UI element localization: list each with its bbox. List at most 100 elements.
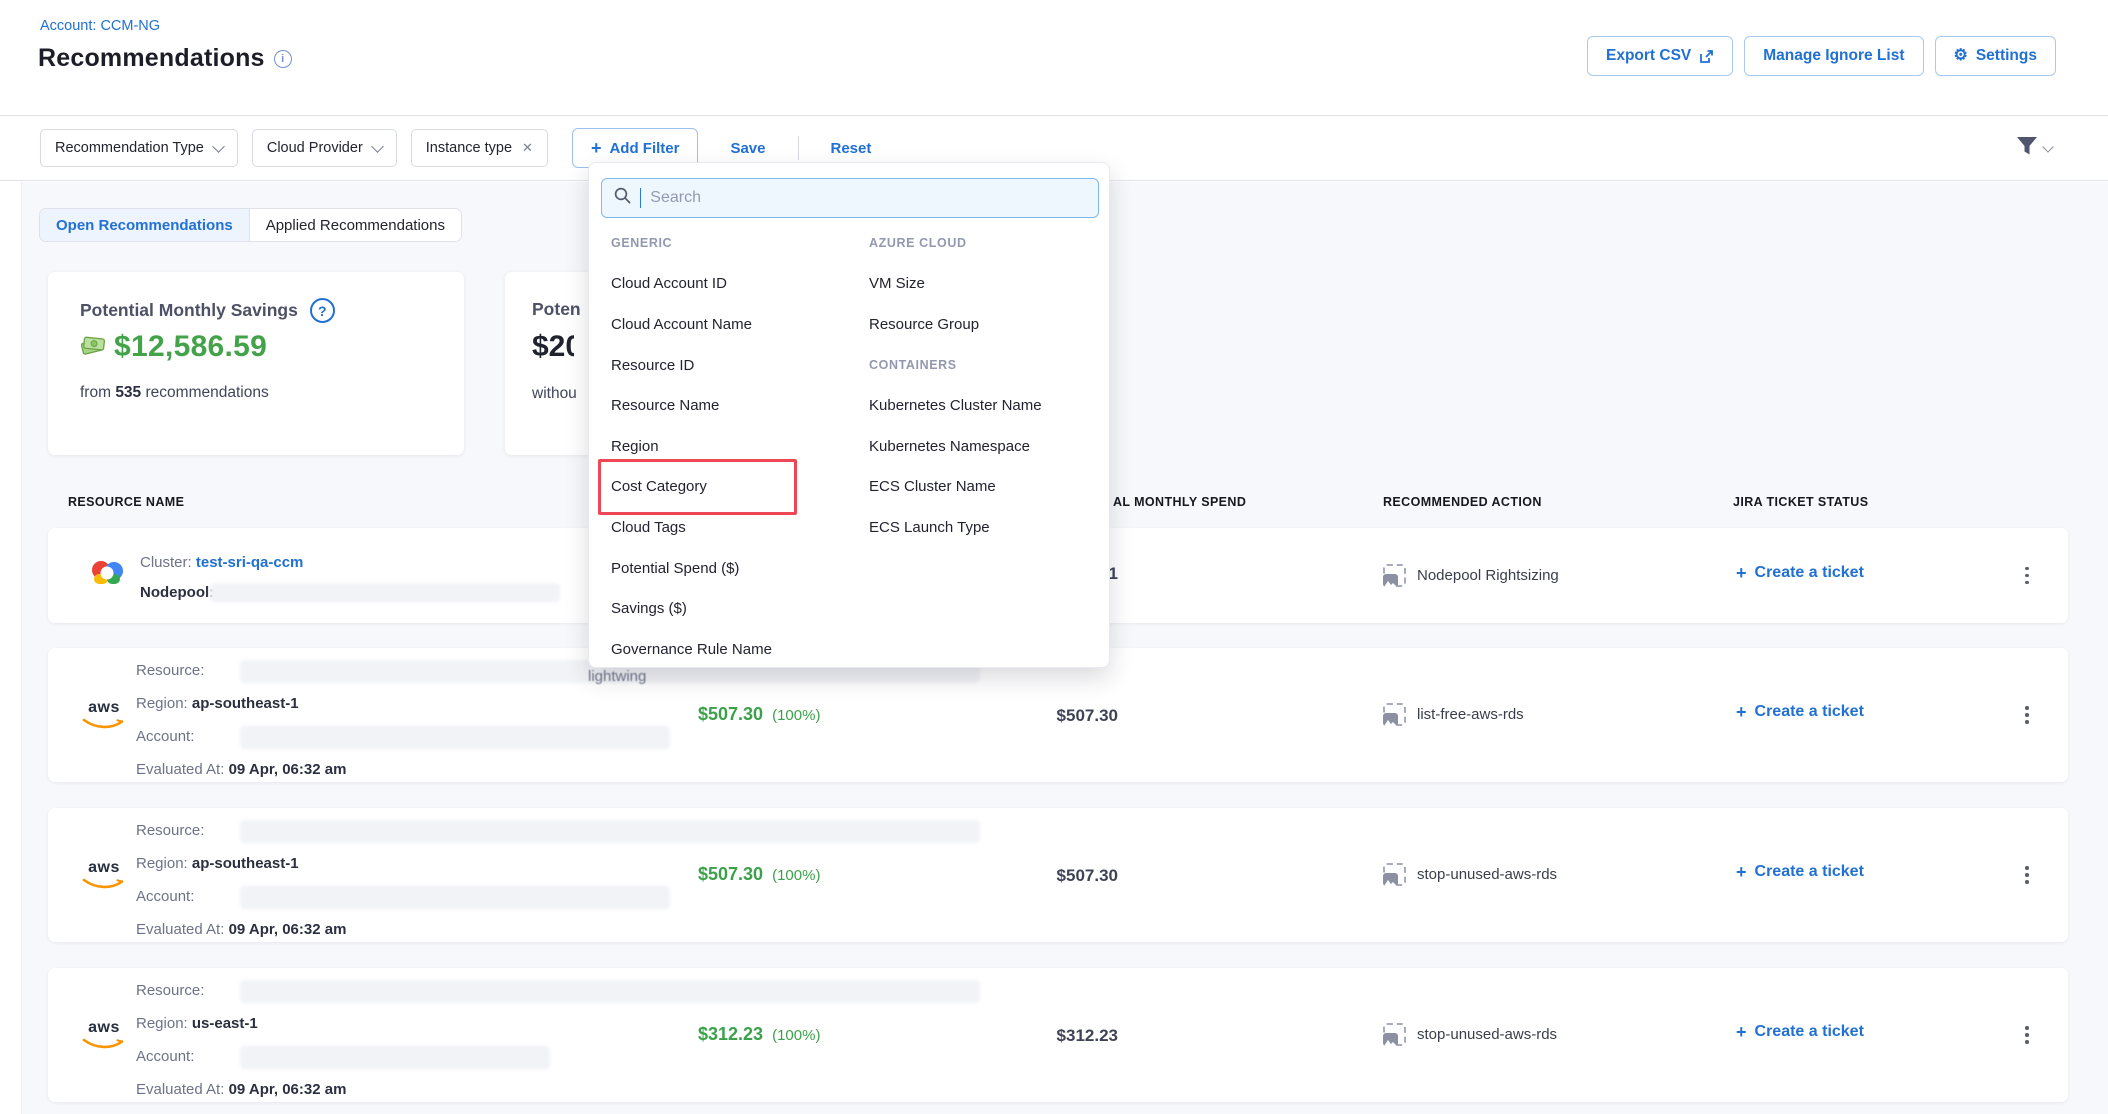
close-icon[interactable]: ✕ (522, 140, 533, 156)
column-header-resource-name: RESOURCE NAME (68, 495, 184, 509)
tab-applied-recommendations[interactable]: Applied Recommendations (250, 209, 461, 241)
monthly-savings-value: $507.30 (100%) (698, 864, 820, 885)
dropdown-item-cloud-account-name[interactable]: Cloud Account Name (609, 304, 859, 345)
filter-chip-cloud-provider[interactable]: Cloud Provider (252, 129, 397, 167)
aws-icon: aws (79, 700, 129, 734)
dropdown-item-cost-category[interactable]: Cost Category (609, 467, 859, 508)
manage-ignore-list-button[interactable]: Manage Ignore List (1744, 36, 1923, 76)
column-header-total-monthly-spend: AL MONTHLY SPEND (1113, 495, 1246, 509)
recommended-action: Nodepool Rightsizing (1383, 564, 1559, 587)
dropdown-column-cloud: AZURE CLOUD VM Size Resource Group CONTA… (867, 223, 1103, 548)
section-heading: GENERIC (609, 223, 859, 264)
dropdown-item-ecs-launch-type[interactable]: ECS Launch Type (867, 507, 1103, 548)
dropdown-item-cloud-account-id[interactable]: Cloud Account ID (609, 264, 859, 305)
filter-chip-recommendation-type[interactable]: Recommendation Type (40, 129, 238, 167)
add-filter-dropdown: GENERIC Cloud Account ID Cloud Account N… (588, 162, 1110, 668)
external-link-icon (1699, 49, 1714, 64)
savings-amount: $12,586.59 (114, 330, 267, 364)
plus-icon: + (1736, 1023, 1747, 1041)
image-placeholder-icon (1383, 703, 1406, 726)
table-row[interactable]: aws Resource: Region: us-east-1 Account:… (48, 968, 2068, 1102)
plus-icon: + (1736, 863, 1747, 881)
dropdown-item-kubernetes-namespace[interactable]: Kubernetes Namespace (867, 426, 1103, 467)
dropdown-item-resource-group[interactable]: Resource Group (867, 304, 1103, 345)
create-ticket-button[interactable]: + Create a ticket (1736, 703, 1864, 721)
recommendations-page: Account: CCM-NG Recommendations i Export… (0, 0, 2108, 1114)
settings-button[interactable]: ⚙ Settings (1935, 36, 2057, 76)
filter-funnel-button[interactable] (2015, 135, 2052, 162)
dropdown-item-potential-spend[interactable]: Potential Spend ($) (609, 548, 859, 589)
row-menu-kebab-icon[interactable] (2014, 700, 2040, 730)
dropdown-item-resource-name[interactable]: Resource Name (609, 385, 859, 426)
card-title: Potential Monthly Savings (80, 300, 298, 321)
create-ticket-button[interactable]: + Create a ticket (1736, 1023, 1864, 1041)
redacted-value (240, 1046, 550, 1069)
create-ticket-button[interactable]: + Create a ticket (1736, 564, 1864, 582)
gear-icon: ⚙ (1954, 48, 1968, 64)
search-icon (614, 187, 631, 209)
dropdown-item-vm-size[interactable]: VM Size (867, 264, 1103, 305)
reset-filter-link[interactable]: Reset (831, 140, 872, 157)
table-row[interactable]: aws Resource: lightwing Region: ap-south… (48, 648, 2068, 782)
dropdown-item-savings[interactable]: Savings ($) (609, 588, 859, 629)
savings-subtext: from 535 recommendations (80, 384, 269, 402)
section-heading: CONTAINERS (867, 345, 1103, 386)
dropdown-column-generic: GENERIC Cloud Account ID Cloud Account N… (609, 223, 859, 670)
save-filter-link[interactable]: Save (730, 140, 765, 157)
breadcrumb[interactable]: Account: CCM-NG (40, 18, 160, 34)
total-monthly-spend-value: $507.30 (968, 866, 1118, 886)
column-header-recommended-action: RECOMMENDED ACTION (1383, 495, 1542, 509)
potential-monthly-savings-card: Potential Monthly Savings ? $12,586.59 f… (48, 272, 464, 455)
dropdown-item-region[interactable]: Region (609, 426, 859, 467)
help-icon[interactable]: ? (310, 298, 335, 323)
aws-icon: aws (79, 1020, 129, 1054)
card-title-fragment: Poten (532, 299, 581, 320)
plus-icon: + (1736, 564, 1747, 582)
filter-chip-instance-type[interactable]: Instance type ✕ (411, 129, 548, 167)
chevron-down-icon (371, 140, 384, 153)
dropdown-item-kubernetes-cluster-name[interactable]: Kubernetes Cluster Name (867, 385, 1103, 426)
row-menu-kebab-icon[interactable] (2014, 860, 2040, 890)
recommended-action: list-free-aws-rds (1383, 703, 1524, 726)
page-title: Recommendations (38, 44, 265, 73)
plus-icon: + (1736, 703, 1747, 721)
row-menu-kebab-icon[interactable] (2014, 561, 2040, 591)
cash-icon (80, 334, 107, 360)
monthly-savings-value: $312.23 (100%) (698, 1024, 820, 1045)
image-placeholder-icon (1383, 564, 1406, 587)
dropdown-item-resource-id[interactable]: Resource ID (609, 345, 859, 386)
cluster-link[interactable]: test-sri-qa-ccm (196, 554, 304, 571)
spend-subtext-fragment: withou (532, 385, 577, 403)
redacted-value (210, 583, 560, 602)
total-monthly-spend-value: $507.30 (968, 706, 1118, 726)
create-ticket-button[interactable]: + Create a ticket (1736, 863, 1864, 881)
table-row[interactable]: aws Resource: Region: ap-southeast-1 Acc… (48, 808, 2068, 942)
row-menu-kebab-icon[interactable] (2014, 1020, 2040, 1050)
dropdown-item-governance-rule-name[interactable]: Governance Rule Name (609, 629, 859, 670)
divider (798, 136, 799, 160)
dropdown-item-ecs-cluster-name[interactable]: ECS Cluster Name (867, 467, 1103, 508)
export-csv-button[interactable]: Export CSV (1587, 36, 1733, 76)
redacted-value (240, 980, 980, 1003)
monthly-savings-value: $507.30 (100%) (698, 704, 820, 725)
redacted-value (240, 726, 670, 749)
funnel-icon (2015, 135, 2039, 162)
gcp-cloud-icon (88, 558, 126, 593)
search-input[interactable] (650, 189, 1086, 207)
recommended-action: stop-unused-aws-rds (1383, 1023, 1557, 1046)
recommendations-tabs: Open Recommendations Applied Recommendat… (39, 208, 462, 242)
chevron-down-icon (2042, 141, 2053, 152)
tab-open-recommendations[interactable]: Open Recommendations (40, 209, 250, 241)
info-icon[interactable]: i (274, 50, 292, 68)
redacted-value (240, 820, 980, 843)
top-bar: Account: CCM-NG Recommendations i Export… (0, 0, 2108, 115)
total-monthly-spend-value: $312.23 (968, 1026, 1118, 1046)
chevron-down-icon (212, 140, 225, 153)
redacted-value (240, 886, 670, 909)
dropdown-search[interactable] (601, 178, 1099, 218)
column-header-jira-ticket-status: JIRA TICKET STATUS (1733, 495, 1868, 509)
left-rail (0, 182, 22, 1114)
aws-icon: aws (79, 860, 129, 894)
section-heading: AZURE CLOUD (867, 223, 1103, 264)
dropdown-item-cloud-tags[interactable]: Cloud Tags (609, 507, 859, 548)
